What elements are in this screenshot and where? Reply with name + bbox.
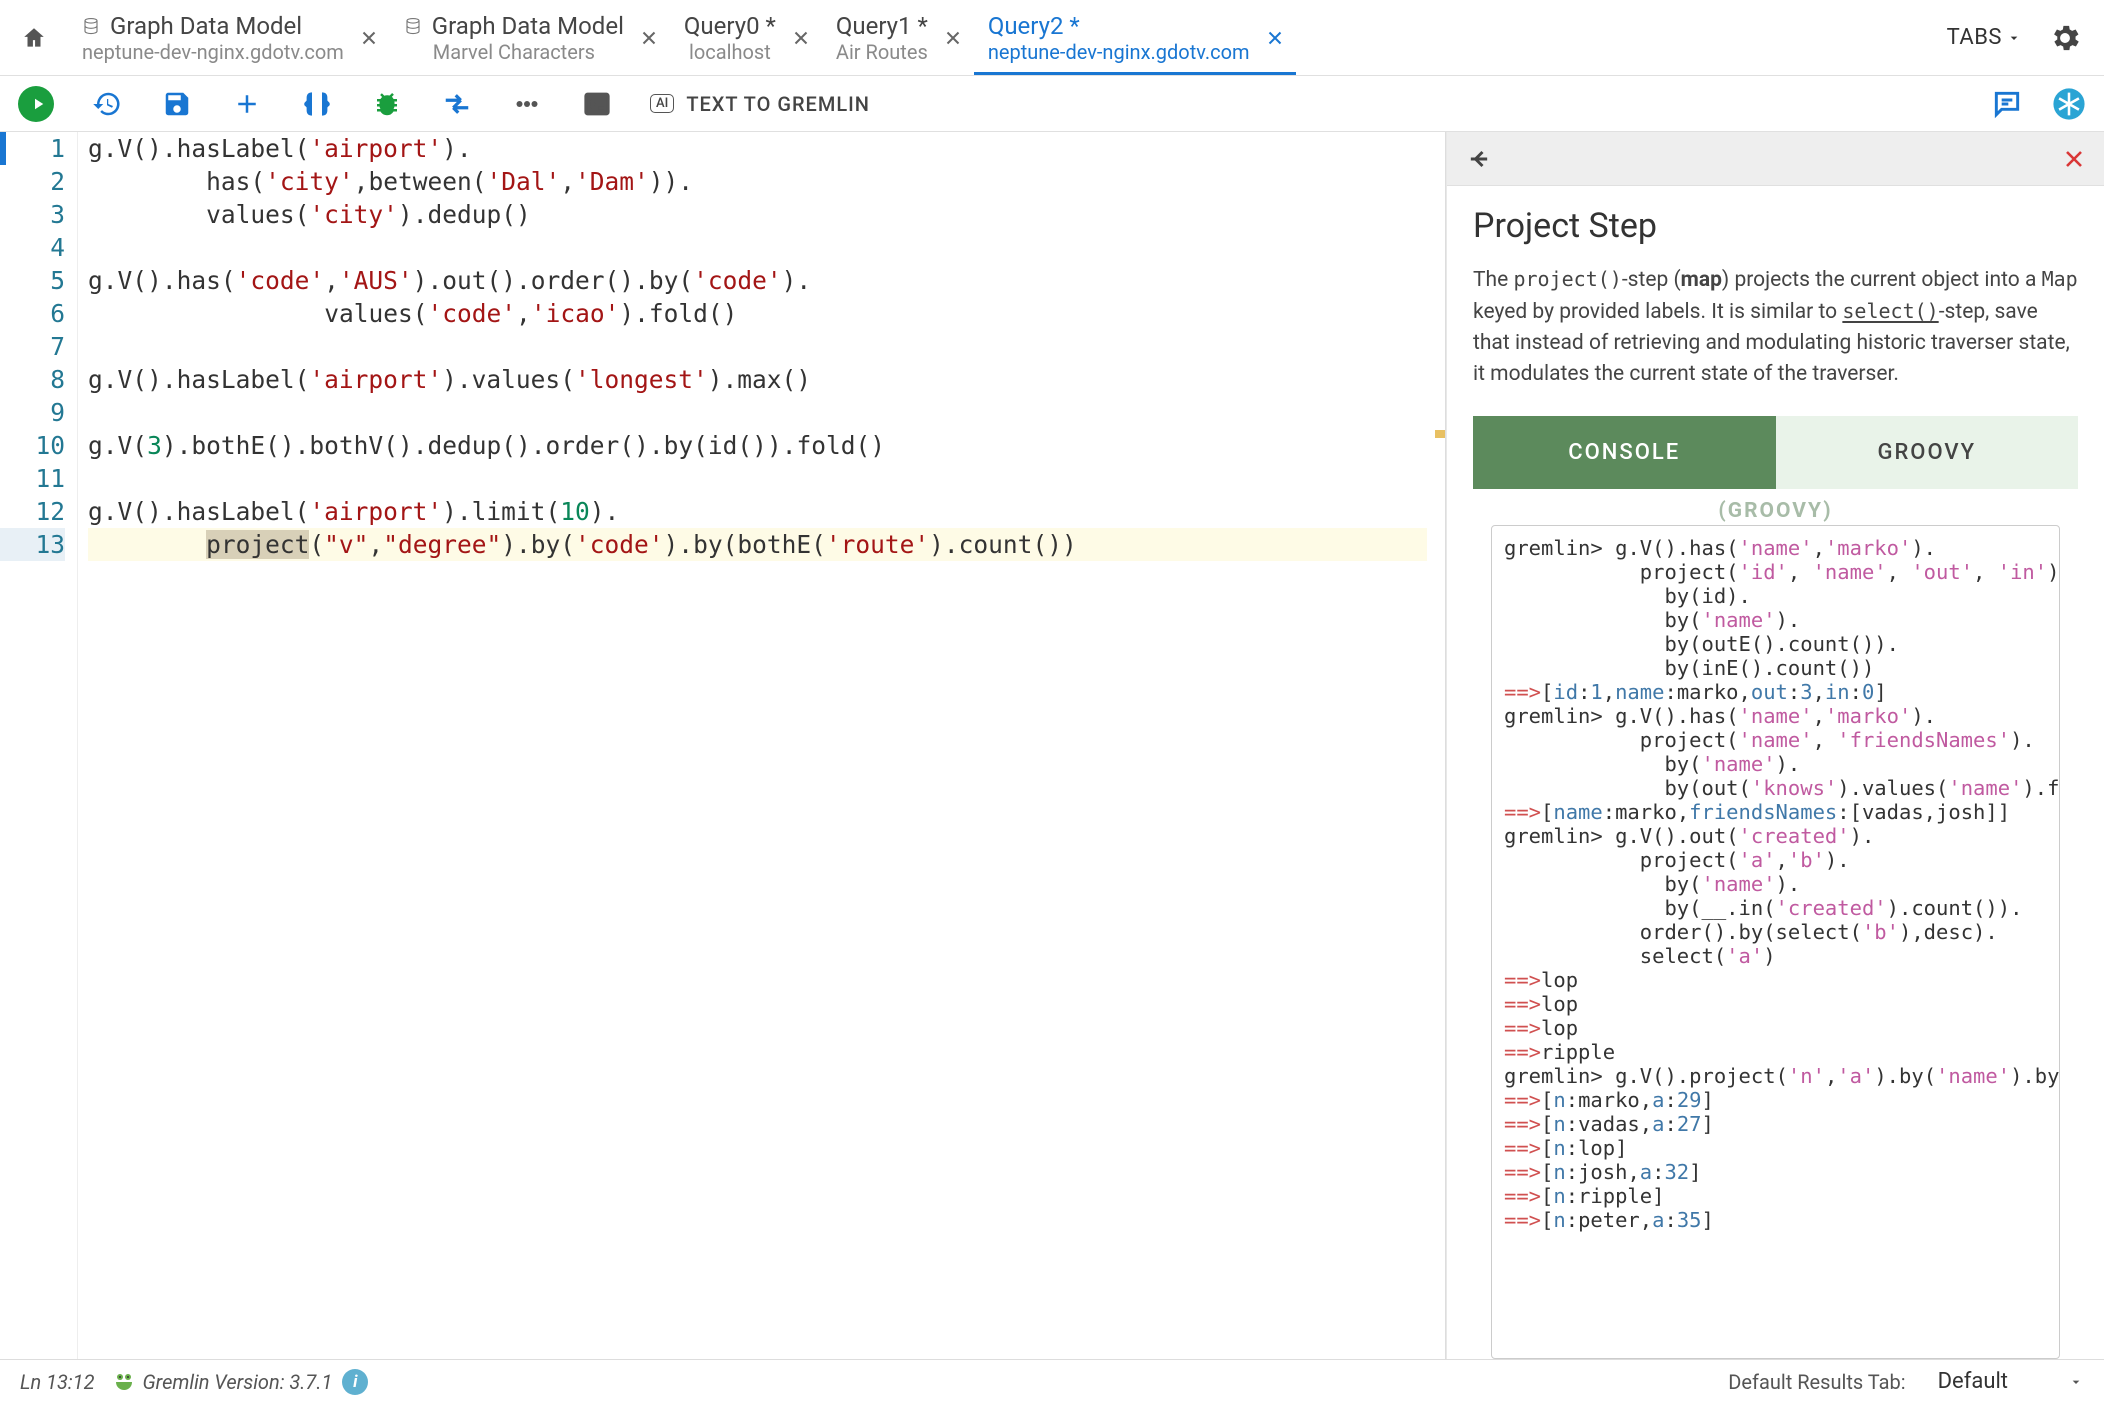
more-button[interactable] (510, 87, 544, 121)
history-button[interactable] (90, 87, 124, 121)
gremlin-version: Gremlin Version: 3.7.1 (142, 1370, 332, 1394)
tab-bar: Graph Data Modelneptune-dev-nginx.gdotv.… (0, 0, 2104, 76)
compare-button[interactable] (440, 87, 474, 121)
tab-2[interactable]: Query0 *localhost (670, 0, 822, 75)
home-icon[interactable] (20, 25, 48, 51)
caret-down-icon (2006, 30, 2022, 46)
braces-button[interactable] (300, 87, 334, 121)
save-button[interactable] (160, 87, 194, 121)
tab-0[interactable]: Graph Data Modelneptune-dev-nginx.gdotv.… (68, 0, 390, 75)
close-icon[interactable] (358, 27, 380, 49)
debug-button[interactable] (370, 87, 404, 121)
main-area: 12345678910111213 g.V().hasLabel('airpor… (0, 132, 2104, 1359)
results-tab-label: Default Results Tab: (1728, 1370, 1905, 1394)
tab-1[interactable]: Graph Data ModelMarvel Characters (390, 0, 670, 75)
snowflake-button[interactable] (2052, 87, 2086, 121)
tabs-menu-button[interactable]: TABS (1947, 25, 2022, 50)
database-icon (404, 17, 422, 35)
gremlin-icon (112, 1370, 136, 1394)
close-icon[interactable] (2062, 147, 2086, 171)
info-icon[interactable]: i (342, 1369, 368, 1395)
code-content[interactable]: g.V().hasLabel('airport'). has('city',be… (78, 132, 1427, 1359)
database-icon (82, 17, 100, 35)
text-to-gremlin-button[interactable]: AI TEXT TO GREMLIN (650, 92, 870, 116)
minimap[interactable] (1427, 132, 1445, 1359)
panel-description: The project()-step (map) projects the cu… (1473, 264, 2078, 390)
close-icon[interactable] (1264, 27, 1286, 49)
tab-4[interactable]: Query2 *neptune-dev-nginx.gdotv.com (974, 0, 1296, 75)
add-button[interactable] (230, 87, 264, 121)
tab-console[interactable]: CONSOLE (1473, 416, 1776, 489)
tab-groovy[interactable]: GROOVY (1776, 416, 2079, 489)
close-icon[interactable] (790, 27, 812, 49)
panel-title: Project Step (1473, 206, 2078, 246)
run-button[interactable] (18, 86, 54, 122)
close-icon[interactable] (638, 27, 660, 49)
caret-down-icon (2068, 1374, 2084, 1390)
panel-tabs: CONSOLE GROOVY (1473, 416, 2078, 489)
ai-badge-icon: AI (650, 94, 674, 113)
status-bar: Ln 13:12 Gremlin Version: 3.7.1 i Defaul… (0, 1359, 2104, 1403)
results-tab-select[interactable]: Default (1938, 1369, 2084, 1394)
editor-toolbar: AI TEXT TO GREMLIN (0, 76, 2104, 132)
back-icon[interactable] (1465, 145, 1493, 173)
code-editor[interactable]: 12345678910111213 g.V().hasLabel('airpor… (0, 132, 1446, 1359)
groovy-label: (GROOVY) (1473, 489, 2078, 525)
close-icon[interactable] (942, 27, 964, 49)
line-gutter: 12345678910111213 (0, 132, 78, 1359)
tab-3[interactable]: Query1 *Air Routes (822, 0, 974, 75)
terminal-button[interactable] (580, 87, 614, 121)
cursor-position: Ln 13:12 (20, 1370, 94, 1394)
gear-icon[interactable] (2048, 21, 2082, 55)
help-panel: Project Step The project()-step (map) pr… (1446, 132, 2104, 1359)
code-sample: gremlin> g.V().has('name','marko'). proj… (1491, 525, 2060, 1359)
comments-button[interactable] (1990, 87, 2024, 121)
